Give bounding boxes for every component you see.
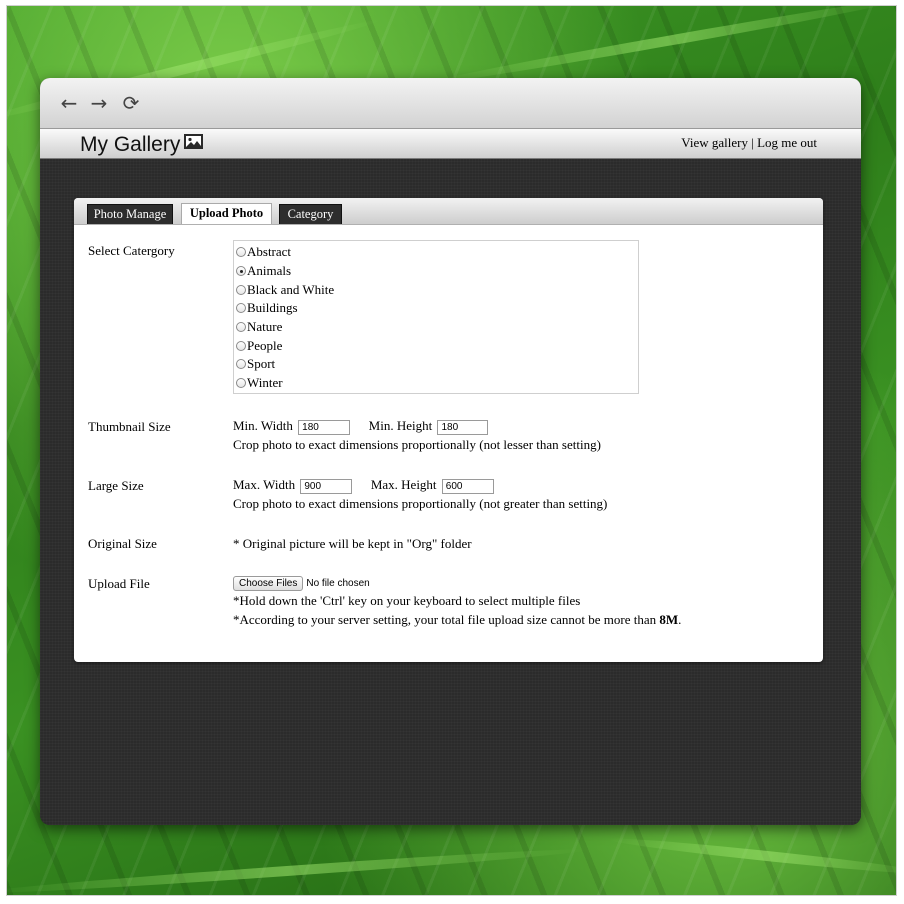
radio-button[interactable] <box>236 247 246 257</box>
reload-icon[interactable]: ⟳ <box>120 92 142 114</box>
tab-category[interactable]: Category <box>279 204 342 224</box>
header-links: View gallery | Log me out <box>681 135 817 151</box>
tab-bar: Photo Manage Upload Photo Category <box>74 198 823 225</box>
file-picker: Choose Files No file chosen <box>233 574 370 591</box>
min-width-input[interactable]: 180 <box>298 419 351 435</box>
wallpaper-decoration <box>607 834 896 878</box>
large-dimensions: Max. Width 900 Max. Height 600 <box>233 477 494 494</box>
category-option-label: Sport <box>247 356 276 371</box>
wallpaper-decoration <box>429 6 896 88</box>
category-option-label: Winter <box>247 375 283 390</box>
back-arrow-icon[interactable]: ← <box>58 92 80 114</box>
wallpaper-decoration <box>7 845 587 895</box>
category-option-label: Buildings <box>247 300 298 315</box>
category-option-label: People <box>247 338 283 353</box>
view-gallery-link[interactable]: View gallery <box>681 135 748 150</box>
category-option-people[interactable]: People <box>236 337 282 355</box>
category-option-animals[interactable]: Animals <box>236 262 291 280</box>
site-title-text: My Gallery <box>80 133 181 156</box>
large-size-label: Large Size <box>88 478 144 493</box>
tab-upload-photo[interactable]: Upload Photo <box>181 203 272 224</box>
site-header: My Gallery View gallery | Log me out <box>40 129 861 159</box>
link-separator: | <box>747 135 758 150</box>
logout-link[interactable]: Log me out <box>757 135 817 150</box>
thumbnail-size-label: Thumbnail Size <box>88 419 171 434</box>
radio-button[interactable] <box>236 285 246 295</box>
category-option-buildings[interactable]: Buildings <box>236 299 298 317</box>
forward-arrow-icon[interactable]: → <box>88 92 110 114</box>
original-size-note: * Original picture will be kept in "Org"… <box>233 536 472 551</box>
tab-photo-manage[interactable]: Photo Manage <box>87 204 173 224</box>
category-list: Abstract Animals Black and White Buildin… <box>233 240 639 394</box>
large-crop-note: Crop photo to exact dimensions proportio… <box>233 496 608 511</box>
min-height-label: Min. Height <box>368 418 433 433</box>
radio-button[interactable] <box>236 266 246 276</box>
upload-limit-value: 8M <box>659 612 679 627</box>
radio-button[interactable] <box>236 322 246 332</box>
category-option-black-and-white[interactable]: Black and White <box>236 281 334 299</box>
upload-panel: Photo Manage Upload Photo Category Selec… <box>74 198 823 662</box>
category-option-label: Black and White <box>247 282 335 297</box>
category-option-winter[interactable]: Winter <box>236 374 283 392</box>
radio-button[interactable] <box>236 303 246 313</box>
radio-button[interactable] <box>236 359 246 369</box>
category-option-abstract[interactable]: Abstract <box>236 243 291 261</box>
max-height-label: Max. Height <box>370 477 437 492</box>
thumbnail-dimensions: Min. Width 180 Min. Height 180 <box>233 418 489 435</box>
min-width-label: Min. Width <box>233 418 293 433</box>
thumbnail-crop-note: Crop photo to exact dimensions proportio… <box>233 437 601 452</box>
multi-select-note: *Hold down the 'Ctrl' key on your keyboa… <box>233 593 581 608</box>
picture-icon <box>184 131 204 155</box>
browser-toolbar: ← → ⟳ <box>40 78 861 129</box>
file-status: No file chosen <box>306 577 370 589</box>
category-option-label: Abstract <box>247 244 292 259</box>
category-option-nature[interactable]: Nature <box>236 318 282 336</box>
min-height-input[interactable]: 180 <box>437 419 489 435</box>
upload-file-label: Upload File <box>88 576 150 591</box>
radio-button[interactable] <box>236 378 246 388</box>
original-size-label: Original Size <box>88 536 157 551</box>
category-option-sport[interactable]: Sport <box>236 355 275 373</box>
category-option-label: Nature <box>247 319 283 334</box>
max-width-label: Max. Width <box>233 477 296 492</box>
category-option-label: Animals <box>247 263 292 278</box>
upload-limit-text: *According to your server setting, your … <box>233 612 660 627</box>
browser-window: ← → ⟳ My Gallery View gallery | Log me o… <box>40 78 861 825</box>
page-title: My Gallery <box>80 131 204 157</box>
upload-limit-note: *According to your server setting, your … <box>233 612 681 628</box>
select-category-label: Select Catergory <box>88 243 175 258</box>
max-height-input[interactable]: 600 <box>441 478 494 494</box>
max-width-input[interactable]: 900 <box>300 478 353 494</box>
choose-files-button[interactable]: Choose Files <box>233 575 304 591</box>
upload-limit-suffix: . <box>678 612 682 627</box>
radio-button[interactable] <box>236 341 246 351</box>
